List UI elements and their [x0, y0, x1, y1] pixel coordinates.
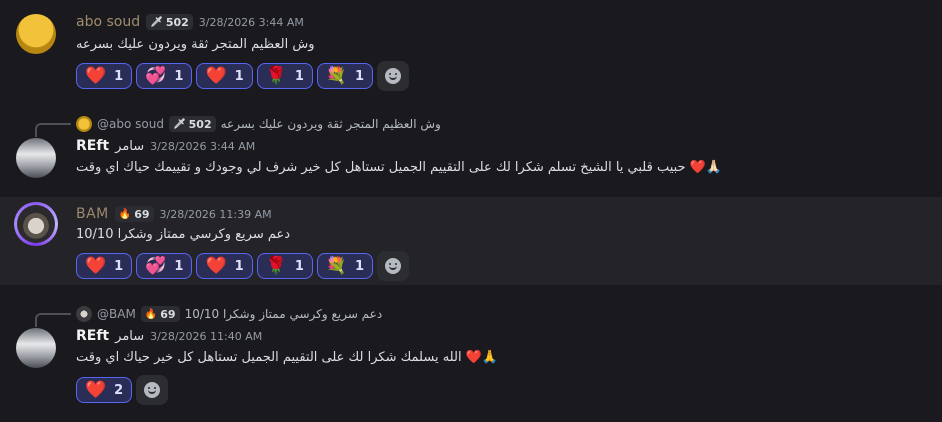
reaction-bouquet[interactable]: 💐 1 [316, 63, 374, 89]
avatar-image [17, 205, 55, 243]
smile-icon [385, 68, 402, 84]
reaction-heart[interactable]: ❤️ 1 [76, 253, 133, 279]
server-tag[interactable]: 🔥 69 [140, 306, 180, 322]
server-tag[interactable]: 🗡 502 [146, 14, 193, 30]
timestamp[interactable]: 3/28/2026 11:39 AM [160, 208, 272, 221]
reaction-rose[interactable]: 🌹 1 [256, 63, 313, 89]
reaction-count: 1 [234, 258, 244, 274]
timestamp[interactable]: 3/28/2026 3:44 AM [199, 16, 304, 29]
reply-text: دعم سريع وكرسي ممتاز وشكرا 10/10 [184, 307, 383, 321]
reaction-count: 1 [355, 258, 365, 274]
avatar[interactable] [16, 138, 56, 178]
message-header: REft سامر 3/28/2026 3:44 AM [76, 138, 255, 154]
bouquet-icon: 💐 [325, 255, 348, 276]
reaction-count: 1 [114, 258, 124, 274]
heart-icon: ❤️ [205, 255, 227, 276]
author-name[interactable]: REft [76, 328, 109, 344]
reaction-revolving-hearts[interactable]: 💞 1 [136, 253, 193, 279]
message-header: BAM 🔥 69 3/28/2026 11:39 AM [76, 206, 272, 222]
add-reaction-button[interactable] [377, 251, 410, 281]
avatar[interactable] [14, 202, 58, 246]
rose-icon: 🌹 [265, 65, 287, 86]
reply-author[interactable]: @abo soud [97, 117, 164, 131]
reaction-rose[interactable]: 🌹 1 [256, 253, 313, 279]
reaction-heart[interactable]: ❤️ 1 [196, 253, 253, 279]
reply-avatar [76, 116, 92, 132]
reactions-bar: ❤️ 1 💞 1 ❤️ 1 🌹 1 💐 1 [76, 61, 410, 91]
heart-icon: ❤️ [85, 65, 107, 86]
reaction-count: 1 [294, 68, 304, 84]
add-reaction-button[interactable] [136, 375, 169, 405]
sword-icon: 🗡 [150, 16, 163, 28]
author-name[interactable]: REft [76, 138, 109, 154]
flame-icon: 🔥 [144, 308, 158, 320]
reply-preview[interactable]: @abo soud 🗡 502 وش العظيم المتجر ثقة ويرد… [76, 116, 441, 132]
server-tag[interactable]: 🔥 69 [114, 206, 154, 222]
tag-label: 502 [165, 15, 189, 29]
tag-label: 69 [160, 307, 176, 321]
author-display-name: سامر [115, 328, 145, 344]
rose-icon: 🌹 [265, 255, 287, 276]
sword-icon: 🗡 [172, 118, 186, 130]
reaction-heart[interactable]: ❤️ 1 [76, 63, 133, 89]
reply-text: وش العظيم المتجر ثقة ويردون عليك بسرعه [220, 117, 441, 131]
reaction-bouquet[interactable]: 💐 1 [316, 253, 374, 279]
avatar[interactable] [16, 328, 56, 368]
heart-icon: ❤️ [85, 379, 107, 400]
reactions-bar: ❤️ 1 💞 1 ❤️ 1 🌹 1 💐 1 [76, 251, 410, 281]
reply-preview[interactable]: @BAM 🔥 69 دعم سريع وكرسي ممتاز وشكرا 10/1… [76, 306, 382, 322]
timestamp[interactable]: 3/28/2026 3:44 AM [150, 140, 255, 153]
avatar[interactable] [16, 14, 56, 54]
author-name[interactable]: BAM [76, 206, 109, 222]
bouquet-icon: 💐 [325, 65, 348, 86]
reaction-count: 1 [355, 68, 365, 84]
message-header: abo soud 🗡 502 3/28/2026 3:44 AM [76, 14, 304, 30]
reply-author[interactable]: @BAM [97, 307, 136, 321]
heart-icon: ❤️ [205, 65, 227, 86]
message-bam: BAM 🔥 69 3/28/2026 11:39 AM دعم سريع وكرس… [0, 197, 942, 285]
heart-icon: ❤️ [85, 255, 107, 276]
smile-icon [385, 258, 402, 274]
reactions-bar: ❤️ 2 [76, 375, 169, 405]
reaction-count: 1 [234, 68, 244, 84]
message-header: REft سامر 3/28/2026 11:40 AM [76, 328, 262, 344]
reaction-count: 1 [174, 258, 184, 274]
message-text: حبيب قلبي يا الشيخ تسلم شكرا لك على التق… [76, 160, 723, 175]
revolving-hearts-icon: 💞 [145, 65, 167, 86]
add-reaction-button[interactable] [377, 61, 410, 91]
reaction-heart[interactable]: ❤️ 1 [196, 63, 253, 89]
message-text: دعم سريع وكرسي ممتاز وشكرا 10/10 [76, 227, 291, 242]
timestamp[interactable]: 3/28/2026 11:40 AM [150, 330, 262, 343]
reaction-heart[interactable]: ❤️ 2 [76, 377, 133, 403]
reaction-count: 1 [294, 258, 304, 274]
reply-connector [35, 313, 71, 327]
author-display-name: سامر [115, 138, 145, 154]
smile-icon [144, 382, 161, 398]
tag-label: 69 [134, 207, 150, 221]
revolving-hearts-icon: 💞 [145, 255, 167, 276]
message-abo-soud: abo soud 🗡 502 3/28/2026 3:44 AM وش العظي… [0, 0, 942, 100]
reaction-count: 1 [174, 68, 184, 84]
author-name[interactable]: abo soud [76, 14, 140, 30]
message-reft-reply-2: @BAM 🔥 69 دعم سريع وكرسي ممتاز وشكرا 10/1… [0, 298, 942, 418]
tag-label: 502 [188, 117, 212, 131]
reaction-count: 1 [114, 68, 124, 84]
flame-icon: 🔥 [118, 208, 132, 220]
server-tag[interactable]: 🗡 502 [168, 116, 216, 132]
reply-avatar [76, 306, 92, 322]
message-reft-reply-1: @abo soud 🗡 502 وش العظيم المتجر ثقة ويرد… [0, 108, 942, 192]
reaction-count: 2 [114, 382, 124, 398]
reply-connector [35, 123, 71, 137]
message-text: وش العظيم المتجر ثقة ويردون عليك بسرعه [76, 37, 315, 52]
reaction-revolving-hearts[interactable]: 💞 1 [136, 63, 193, 89]
message-text: الله يسلمك شكرا لك على التقييم الجميل تس… [76, 350, 499, 365]
